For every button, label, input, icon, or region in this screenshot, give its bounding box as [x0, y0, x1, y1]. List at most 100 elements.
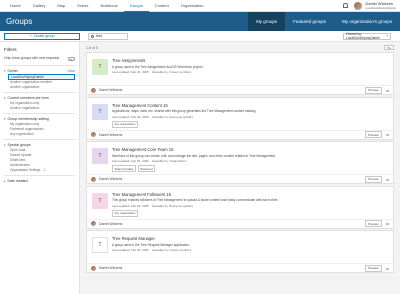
header-tabs: My groups Featured groups My organization'…: [248, 12, 400, 31]
group-thumbnail[interactable]: T: [92, 237, 108, 253]
group-card: T Tree Assignments A group used in the Tre…: [86, 52, 394, 95]
avatar: [91, 132, 96, 137]
preview-button[interactable]: Preview: [365, 220, 382, 227]
filter-section-label: Group membership setting: [7, 116, 49, 121]
tab-featured-groups[interactable]: Featured groups: [285, 12, 334, 31]
owner-name: Daniel Wickens: [99, 177, 123, 181]
group-title[interactable]: Tree Request Manager: [112, 236, 389, 241]
filter-section-label: Special groups: [7, 142, 31, 147]
group-description: A group used in the Tree Request Manager…: [112, 242, 190, 247]
new-requests-label: Only show groups with new requests: [4, 56, 60, 60]
page-title: Groups: [6, 17, 33, 26]
group-description: This group enables followers of Tree Man…: [112, 198, 279, 202]
chevron-down-icon: ▾: [4, 142, 6, 147]
group-title[interactable]: Tree Assignments: [112, 58, 389, 63]
avatar: [91, 221, 96, 226]
notifications-icon[interactable]: [343, 3, 349, 8]
info-icon: ⓘ: [42, 167, 46, 172]
clear-filter-button[interactable]: Clear: [67, 69, 75, 73]
more-options-icon[interactable]: •••: [386, 132, 390, 137]
viewable-by: Viewable by: Everyone (public): [151, 114, 193, 119]
toolbar: + Create group tree Owned by: LocalGovDe…: [0, 31, 400, 42]
more-options-icon[interactable]: •••: [386, 221, 390, 226]
owner-name: Daniel Wickens: [99, 132, 123, 137]
group-card: T Tree Request Manager A group used in the…: [86, 230, 394, 273]
group-list: T Tree Assignments A group used in the Tre…: [86, 52, 394, 273]
search-icon: [91, 34, 94, 38]
preview-button[interactable]: Preview: [365, 175, 382, 183]
user-name: Daniel Wickens: [365, 0, 394, 6]
last-updated: Last updated: Feb 26, 2025: [112, 203, 149, 208]
result-count: 1-5 of 5: [86, 46, 98, 50]
filter-section-label: Date created: [7, 178, 28, 183]
status-badge: Shared Update: [112, 165, 136, 172]
avatar: [354, 1, 363, 10]
group-card: T Tree Management Core Team 15 Members of …: [86, 141, 394, 184]
plus-icon: +: [29, 34, 32, 38]
group-thumbnail[interactable]: T: [92, 192, 108, 209]
owner-filter-select[interactable]: Owned by: LocalGovDeployDaniel ▾: [343, 32, 391, 40]
nav-organization[interactable]: Organization: [175, 0, 210, 12]
nav-home[interactable]: Home: [4, 0, 27, 12]
create-group-button[interactable]: + Create group: [4, 32, 80, 40]
filter-section-label: Owner: [7, 69, 18, 73]
viewable-by: Viewable by: Organization: [151, 159, 187, 163]
filter-option[interactable]: Any organization: [4, 132, 75, 137]
owner-name: Daniel Wickens: [99, 88, 123, 92]
status-badge: Any organization: [112, 209, 138, 217]
new-requests-toggle[interactable]: [68, 57, 75, 61]
last-updated: Last updated: Feb 26, 2025: [112, 70, 149, 74]
tab-my-groups[interactable]: My groups: [248, 12, 286, 31]
nav-notebook[interactable]: Notebook: [94, 0, 123, 12]
chevron-down-icon: ▾: [4, 95, 6, 100]
filter-option[interactable]: Organization Settings ⓘ: [4, 168, 75, 173]
filter-section: ▸ Date created: [4, 174, 75, 184]
group-title[interactable]: Tree Management Content 15: [112, 103, 389, 108]
filter-section: ▾ Owner Clear LocalGovDeployDaniel Another o…: [4, 65, 75, 90]
filters-sidebar: Filters Only show groups with new reques…: [0, 42, 80, 294]
status-badge: Partnered: [137, 165, 156, 172]
viewable-by: Viewable by: Everyone (public): [151, 203, 193, 208]
nav-content[interactable]: Content: [149, 0, 175, 12]
user-org: LocalGovDeployDaniel: [365, 5, 396, 10]
filter-section: ▾ Group membership setting My organization…: [4, 112, 75, 137]
nav-gallery[interactable]: Gallery: [27, 0, 52, 12]
filter-section-header[interactable]: ▸ Date created: [4, 178, 75, 184]
preview-button[interactable]: Preview: [365, 264, 382, 272]
group-card: T Tree Management Followers 16 This group …: [86, 185, 394, 229]
avatar: [91, 176, 96, 182]
group-description: A group used in the Tree Assignments Arc…: [112, 64, 204, 69]
preview-button[interactable]: Preview: [365, 131, 382, 138]
chevron-down-icon: ▾: [4, 116, 6, 121]
top-navigation: Home Gallery Map Scene Notebook Groups Content…: [0, 0, 400, 12]
group-title[interactable]: Tree Management Followers 16: [112, 192, 389, 197]
chevron-down-icon: ▾: [386, 34, 388, 38]
nav-groups[interactable]: Groups: [123, 0, 149, 12]
nav-items: Home Gallery Map Scene Notebook Groups Content…: [4, 0, 209, 12]
avatar: [91, 265, 96, 271]
group-thumbnail[interactable]: T: [92, 103, 108, 120]
tab-my-organization-s-groups[interactable]: My organization's groups: [334, 12, 400, 31]
owner-name: Daniel Wickens: [99, 221, 123, 226]
filter-option[interactable]: Another organization: [4, 85, 75, 90]
tile-view-button[interactable]: Tile: [384, 45, 394, 50]
group-title[interactable]: Tree Management Core Team 15: [112, 147, 389, 152]
more-options-icon[interactable]: •••: [386, 266, 390, 271]
nav-map[interactable]: Map: [51, 0, 71, 12]
last-updated: Last updated: Feb 26, 2025: [112, 159, 149, 163]
filter-section: ▾ Current members are from My organization…: [4, 91, 75, 111]
results-panel: 1-5 of 5 Tile T Tree Assignments A group u…: [80, 42, 400, 294]
owner-name: Daniel Wickens: [99, 266, 123, 270]
group-description: Applications, maps, data, etc. shared wi…: [112, 109, 257, 113]
group-thumbnail[interactable]: T: [92, 59, 108, 75]
preview-button[interactable]: Preview: [365, 86, 382, 94]
groups-header: Groups My groups Featured groups My organi…: [0, 12, 400, 31]
group-thumbnail[interactable]: T: [92, 148, 108, 164]
nav-scene[interactable]: Scene: [71, 0, 94, 12]
search-input[interactable]: tree: [88, 32, 128, 40]
more-options-icon[interactable]: •••: [386, 177, 390, 182]
user-menu[interactable]: Daniel Wickens LocalGovDeployDaniel: [354, 0, 396, 10]
status-badge: Any organization: [112, 120, 138, 128]
more-options-icon[interactable]: •••: [386, 88, 390, 93]
filter-option[interactable]: Another organization: [4, 106, 75, 111]
